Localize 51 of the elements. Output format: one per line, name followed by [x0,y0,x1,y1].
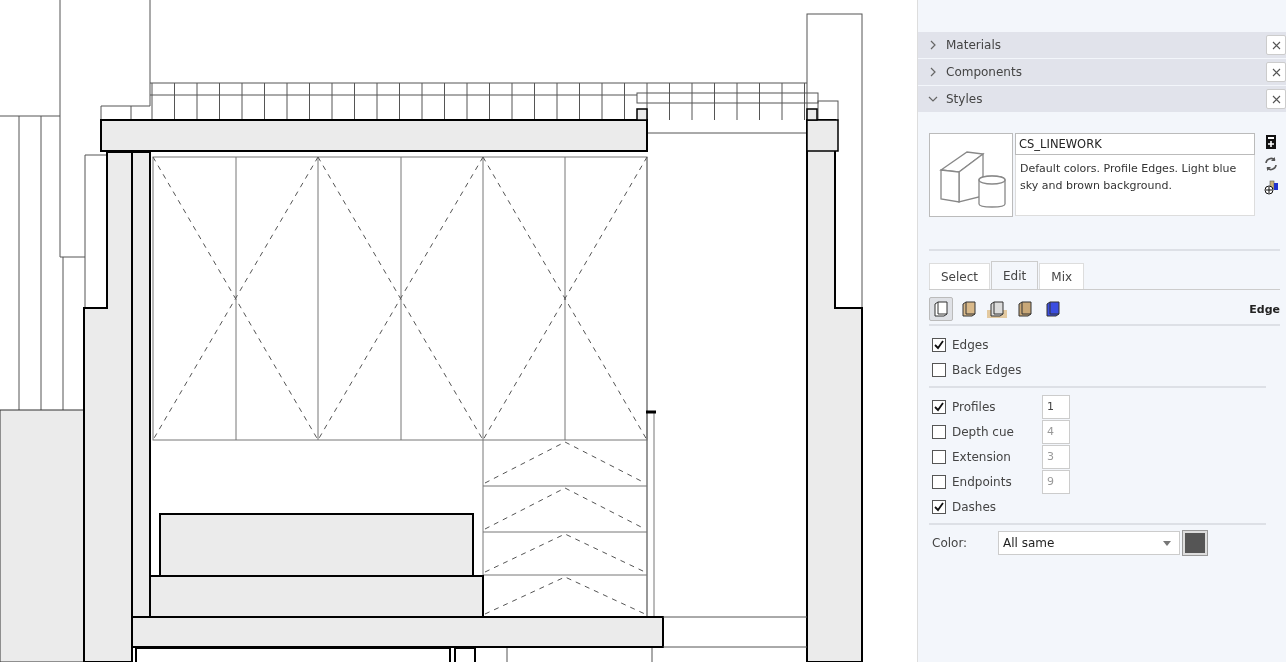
close-icon [1271,40,1281,50]
refresh-icon[interactable] [1264,157,1278,171]
panel-title: Styles [946,92,984,106]
close-button[interactable] [1266,89,1286,109]
checkbox[interactable] [932,362,946,377]
panel-title: Materials [946,38,1002,52]
width-input-field[interactable]: 1 [1042,394,1070,419]
checkbox[interactable] [932,474,946,489]
cube-icon [1043,300,1063,318]
tab[interactable]: Select [929,263,991,289]
dropdown-caret-icon [1163,540,1171,546]
check-icon [934,339,944,350]
checkbox-label: Profiles [952,399,997,414]
cube-icon [1015,300,1035,318]
close-icon [1271,67,1281,77]
check-icon [934,501,944,512]
close-icon [1271,94,1281,104]
checkbox[interactable] [932,337,946,352]
close-button[interactable] [1266,35,1286,55]
create-style-icon[interactable] [1265,135,1277,149]
section-label: Edge [1249,302,1280,316]
tab[interactable]: Mix [1039,263,1085,289]
panel-title: Components [946,65,1023,79]
checkbox[interactable] [932,399,946,414]
style-description-field[interactable]: Default colors. Profile Edges. Light blue sky and brown background. [1015,155,1255,216]
checkbox[interactable] [932,449,946,464]
checkbox-label: Depth cue [952,424,1015,439]
check-icon [934,401,944,412]
color-dropdown[interactable]: All same [998,531,1180,555]
checkbox[interactable] [932,499,946,514]
close-button[interactable] [1266,62,1286,82]
chevron-right-icon [928,40,938,50]
checkbox[interactable] [932,424,946,439]
checkbox-label: Extension [952,449,1012,464]
add-to-model-icon[interactable] [1263,179,1279,195]
color-swatch-button[interactable] [1183,531,1207,555]
panel-header[interactable]: Styles [918,86,1286,113]
cube-icon [931,300,951,318]
chevron-right-icon [928,67,938,77]
checkbox-label: Endpoints [952,474,1013,489]
color-label: Color: [932,536,969,550]
panel-header[interactable]: Materials [918,32,1286,59]
cube-icon [959,300,979,318]
tab[interactable]: Edit [991,261,1039,289]
checkbox-label: Back Edges [952,362,1023,377]
chevron-down-icon [928,94,938,104]
cube-icon [987,300,1007,318]
checkbox-label: Dashes [952,499,998,514]
checkbox-label: Edges [952,337,990,352]
panel-header[interactable]: Components [918,59,1286,86]
style-name-field[interactable]: CS_LINEWORK [1015,133,1255,155]
